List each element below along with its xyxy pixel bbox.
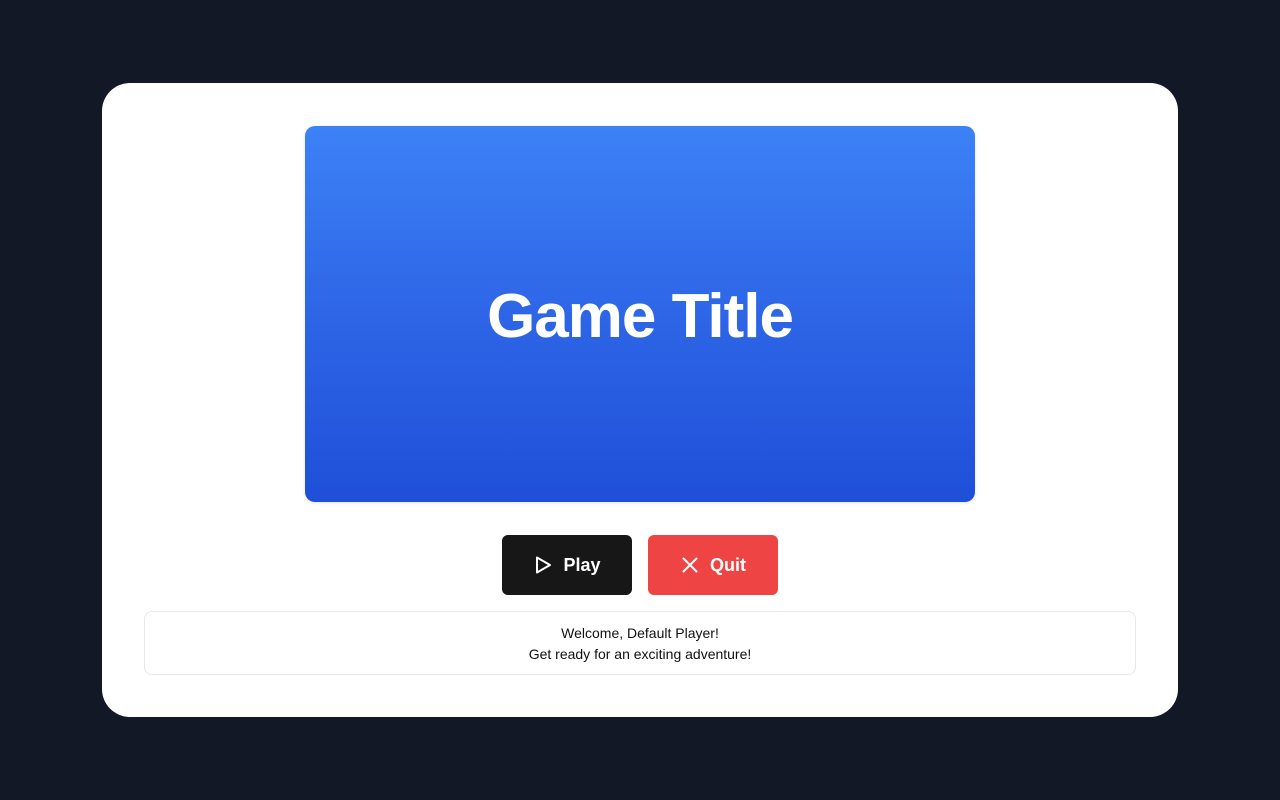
welcome-message-box: Welcome, Default Player! Get ready for a… bbox=[144, 611, 1136, 675]
game-menu-card: Game Title Play Quit Welcome, Default Pl… bbox=[102, 83, 1178, 717]
play-button-label: Play bbox=[563, 554, 601, 575]
menu-buttons: Play Quit bbox=[102, 535, 1178, 595]
game-title: Game Title bbox=[487, 281, 794, 351]
close-icon bbox=[680, 555, 700, 575]
quit-button-label: Quit bbox=[710, 554, 746, 575]
quit-button[interactable]: Quit bbox=[648, 535, 778, 595]
adventure-text: Get ready for an exciting adventure! bbox=[528, 645, 752, 662]
play-icon bbox=[533, 555, 553, 575]
title-banner: Game Title bbox=[305, 126, 975, 502]
play-button[interactable]: Play bbox=[502, 535, 632, 595]
welcome-text: Welcome, Default Player! bbox=[561, 624, 719, 641]
